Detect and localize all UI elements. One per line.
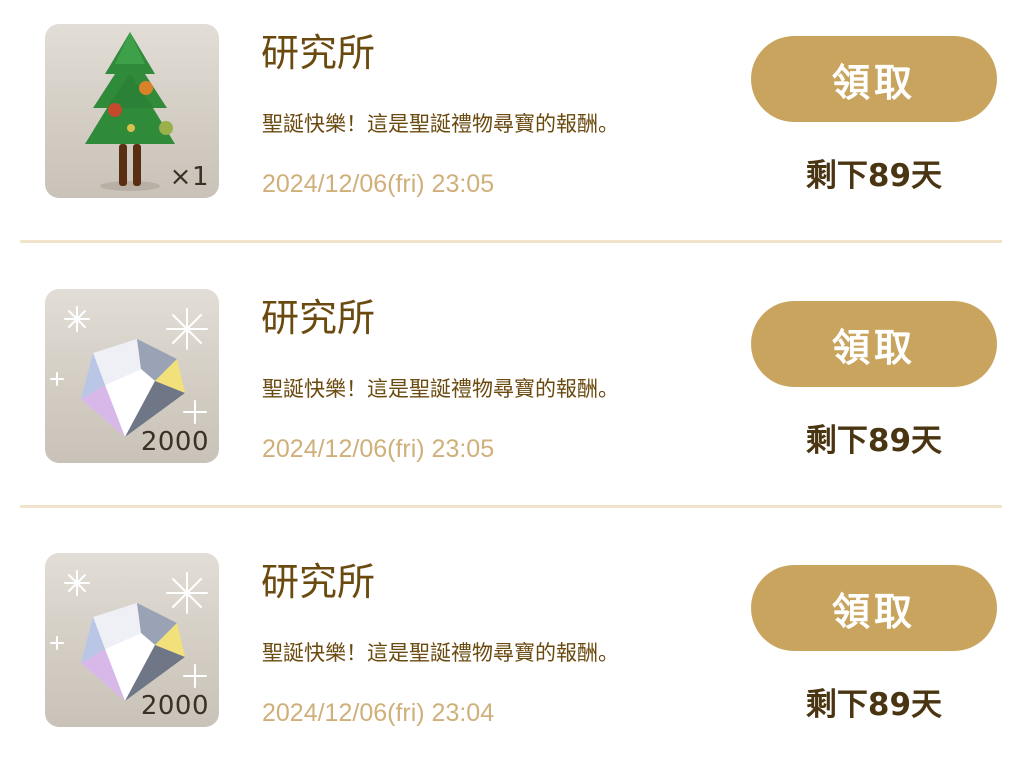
mail-timestamp: 2024/12/06(fri) 23:05: [262, 170, 495, 198]
claim-button[interactable]: 領取: [751, 36, 997, 122]
reward-quantity: ×1: [169, 162, 209, 192]
divider: [20, 240, 1002, 243]
sender-name: 研究所: [261, 560, 376, 604]
sender-name: 研究所: [261, 296, 376, 340]
mail-message: 聖誕快樂！這是聖誕禮物尋寶的報酬。: [262, 112, 619, 136]
expiry-text: 剩下89天: [805, 423, 943, 459]
mail-timestamp: 2024/12/06(fri) 23:05: [262, 435, 495, 463]
expiry-text: 剩下89天: [805, 158, 943, 194]
claim-button[interactable]: 領取: [751, 301, 997, 387]
sender-name: 研究所: [261, 31, 376, 75]
mail-message: 聖誕快樂！這是聖誕禮物尋寶的報酬。: [262, 641, 619, 665]
mail-list: ×1 研究所 聖誕快樂！這是聖誕禮物尋寶的報酬。 2024/12/06(fri)…: [0, 0, 1024, 766]
reward-quantity: 2000: [140, 691, 209, 721]
mail-item: 2000 研究所 聖誕快樂！這是聖誕禮物尋寶的報酬。 2024/12/06(fr…: [0, 265, 1024, 529]
mail-item: ×1 研究所 聖誕快樂！這是聖誕禮物尋寶的報酬。 2024/12/06(fri)…: [0, 0, 1024, 264]
expiry-text: 剩下89天: [805, 687, 943, 723]
mail-message: 聖誕快樂！這是聖誕禮物尋寶的報酬。: [262, 377, 619, 401]
reward-thumbnail: 2000: [45, 289, 219, 463]
reward-thumbnail: 2000: [45, 553, 219, 727]
mail-timestamp: 2024/12/06(fri) 23:04: [262, 699, 495, 727]
claim-button[interactable]: 領取: [751, 565, 997, 651]
divider: [20, 505, 1002, 508]
mail-item: 2000 研究所 聖誕快樂！這是聖誕禮物尋寶的報酬。 2024/12/06(fr…: [0, 529, 1024, 766]
reward-quantity: 2000: [140, 427, 209, 457]
reward-thumbnail: ×1: [45, 24, 219, 198]
